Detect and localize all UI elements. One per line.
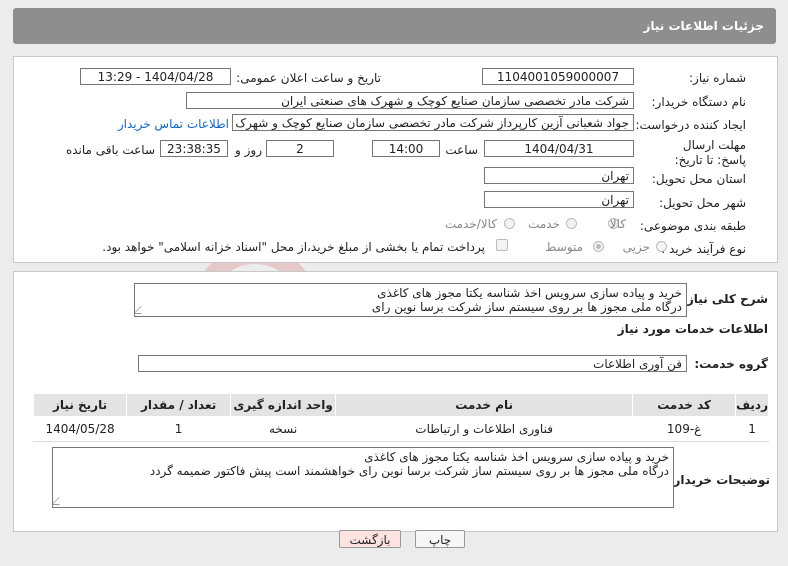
- summary-label: شرح کلی نیاز:: [682, 292, 768, 306]
- city-field: تهران: [484, 191, 634, 208]
- process-option-medium: متوسط: [545, 240, 583, 254]
- creator-label: ایجاد کننده درخواست:: [635, 118, 746, 132]
- col-unit: واحد اندازه گیری: [230, 393, 337, 417]
- category-option-goods: کالا: [609, 217, 626, 231]
- category-label: طبقه بندی موضوعی:: [639, 219, 746, 233]
- cell-unit: نسخه: [230, 416, 337, 442]
- resize-grip-icon: [53, 497, 67, 505]
- col-need-date: تاریخ نیاز: [32, 393, 128, 417]
- cell-need-date: 1404/05/28: [32, 416, 128, 442]
- process-radio-medium[interactable]: [593, 241, 604, 252]
- print-button[interactable]: چاپ: [415, 530, 465, 548]
- buyer-notes-textarea[interactable]: خرید و پیاده سازی سرویس اخذ شناسه یکتا م…: [52, 447, 674, 508]
- cell-row: 1: [735, 416, 769, 442]
- province-label: استان محل تحویل:: [651, 172, 746, 186]
- col-quantity: تعداد / مقدار: [126, 393, 232, 417]
- category-option-goods-service: کالا/خدمت: [444, 217, 497, 231]
- cell-service-name: فناوری اطلاعات و ارتباطات: [335, 416, 634, 442]
- back-button[interactable]: بازگشت: [339, 530, 401, 548]
- payment-note: پرداخت تمام یا بخشی از مبلغ خرید،از محل …: [102, 240, 485, 254]
- buyer-label: نام دستگاه خریدار:: [651, 95, 747, 109]
- col-service-code: کد خدمت: [632, 393, 737, 417]
- category-radio-service[interactable]: [566, 218, 577, 229]
- table-header-row: ردیف کد خدمت نام خدمت واحد اندازه گیری ت…: [32, 393, 769, 417]
- process-type-label: نوع فرآیند خرید :: [661, 242, 746, 256]
- col-row: ردیف: [735, 393, 769, 417]
- category-radio-goods-service[interactable]: [504, 218, 515, 229]
- services-table: ردیف کد خدمت نام خدمت واحد اندازه گیری ت…: [32, 393, 769, 442]
- contact-info-link[interactable]: اطلاعات تماس خریدار: [118, 117, 229, 131]
- buyer-notes-line-1: خرید و پیاده سازی سرویس اخذ شناسه یکتا م…: [364, 450, 669, 464]
- buyer-notes-label: توضیحات خریدار:: [668, 473, 770, 487]
- summary-line-1: خرید و پیاده سازی سرویس اخذ شناسه یکتا م…: [377, 286, 682, 300]
- creator-field: جواد شعبانی آزین کارپرداز شرکت مادر تخصص…: [232, 114, 634, 131]
- announce-datetime-field: 1404/04/28 - 13:29: [80, 68, 231, 85]
- need-number-label: شماره نیاز:: [689, 71, 746, 85]
- cell-quantity: 1: [126, 416, 232, 442]
- summary-textarea[interactable]: خرید و پیاده سازی سرویس اخذ شناسه یکتا م…: [134, 283, 687, 317]
- summary-line-2: درگاه ملی مجوز ها بر روی سیستم ساز شرکت …: [371, 300, 682, 314]
- days-field: 2: [266, 140, 334, 157]
- days-label: روز و: [235, 143, 262, 157]
- deadline-time-label: ساعت: [445, 143, 478, 157]
- buyer-notes-line-2: درگاه ملی مجوز ها بر روی سیستم ساز شرکت …: [149, 464, 669, 478]
- col-service-name: نام خدمت: [335, 393, 634, 417]
- deadline-date-field: 1404/04/31: [484, 140, 634, 157]
- category-option-service: خدمت: [528, 217, 560, 231]
- remaining-time-field: 23:38:35: [160, 140, 228, 157]
- cell-service-code: غ-109: [632, 416, 737, 442]
- process-radio-minor[interactable]: [656, 241, 667, 252]
- services-section-title: اطلاعات خدمات مورد نیاز: [617, 322, 768, 336]
- service-group-label: گروه خدمت:: [694, 357, 768, 371]
- page-title: جزئیات اطلاعات نیاز: [643, 19, 764, 33]
- buyer-field: شرکت مادر تخصصی سازمان صنایع کوچک و شهرک…: [186, 92, 634, 109]
- remaining-label: ساعت باقی مانده: [65, 143, 155, 157]
- table-row: 1 غ-109 فناوری اطلاعات و ارتباطات نسخه 1…: [32, 416, 769, 442]
- city-label: شهر محل تحویل:: [659, 196, 746, 210]
- announce-label: تاریخ و ساعت اعلان عمومی:: [236, 71, 381, 85]
- deadline-time-field: 14:00: [372, 140, 440, 157]
- service-group-field: فن آوری اطلاعات: [138, 355, 687, 372]
- treasury-payment-checkbox[interactable]: [496, 239, 508, 251]
- need-number-field: 1104001059000007: [482, 68, 634, 85]
- page-header: جزئیات اطلاعات نیاز: [13, 8, 776, 44]
- province-field: تهران: [484, 167, 634, 184]
- deadline-label: مهلت ارسال پاسخ: تا تاریخ:: [674, 138, 746, 167]
- process-option-minor: جزیی: [622, 240, 650, 254]
